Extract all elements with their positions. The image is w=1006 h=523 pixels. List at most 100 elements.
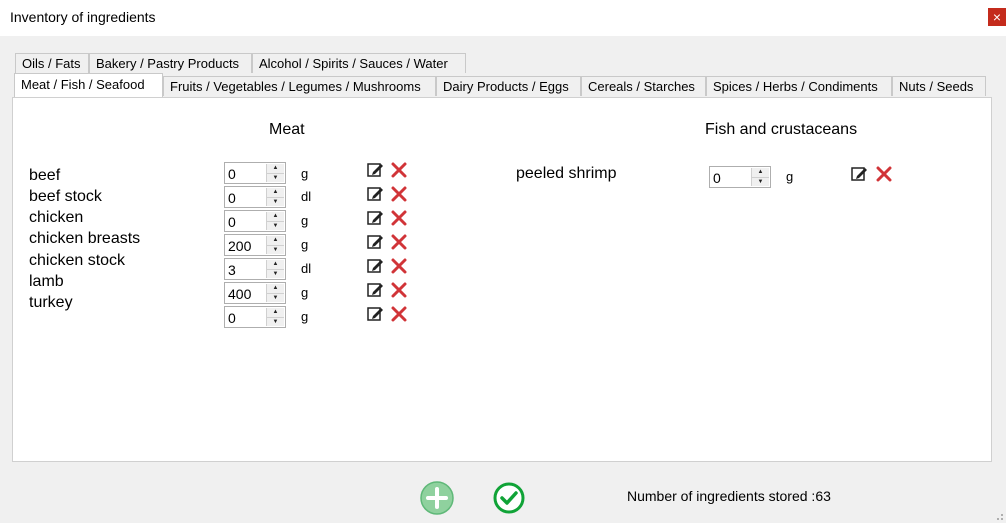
- quantity-stepper[interactable]: 0 ▲ ▼: [709, 166, 771, 188]
- edit-icon[interactable]: [366, 185, 384, 203]
- tab-meat-fish-seafood[interactable]: Meat / Fish / Seafood: [14, 73, 163, 97]
- quantity-value[interactable]: 3: [228, 261, 236, 279]
- unit-label: g: [301, 213, 309, 228]
- add-ingredient-button[interactable]: [419, 480, 455, 516]
- meat-heading: Meat: [269, 121, 305, 138]
- tab-label: Fruits / Vegetables / Legumes / Mushroom…: [170, 79, 421, 94]
- tab-bakery-pastry[interactable]: Bakery / Pastry Products: [89, 53, 252, 73]
- arrow-up-icon[interactable]: ▲: [267, 212, 284, 221]
- ingredient-label: chicken stock: [29, 252, 126, 269]
- window-title: Inventory of ingredients: [10, 9, 156, 25]
- stepper-arrows: ▲ ▼: [266, 308, 284, 326]
- tab-label: Oils / Fats: [22, 56, 81, 71]
- arrow-down-icon[interactable]: ▼: [267, 269, 284, 278]
- tab-label: Spices / Herbs / Condiments: [713, 79, 878, 94]
- unit-label: g: [301, 309, 309, 324]
- tab-label: Meat / Fish / Seafood: [21, 77, 145, 92]
- ingredient-label: beef: [29, 167, 61, 184]
- arrow-down-icon[interactable]: ▼: [267, 221, 284, 230]
- delete-icon[interactable]: [390, 233, 408, 251]
- tab-dairy-eggs[interactable]: Dairy Products / Eggs: [436, 76, 581, 96]
- quantity-stepper[interactable]: 0 ▲ ▼: [224, 162, 286, 184]
- delete-icon[interactable]: [875, 165, 893, 183]
- ingredient-counter: Number of ingredients stored :63: [627, 488, 831, 504]
- arrow-up-icon[interactable]: ▲: [752, 168, 769, 177]
- close-button[interactable]: ×: [988, 8, 1006, 26]
- title-bar: Inventory of ingredients ×: [0, 0, 1006, 36]
- fish-heading: Fish and crustaceans: [705, 121, 858, 138]
- resize-grip-icon[interactable]: [994, 511, 1004, 521]
- arrow-up-icon[interactable]: ▲: [267, 236, 284, 245]
- quantity-stepper[interactable]: 0 ▲ ▼: [224, 306, 286, 328]
- delete-icon[interactable]: [390, 161, 408, 179]
- arrow-up-icon[interactable]: ▲: [267, 164, 284, 173]
- quantity-stepper[interactable]: 0 ▲ ▼: [224, 210, 286, 232]
- quantity-stepper[interactable]: 3 ▲ ▼: [224, 258, 286, 280]
- tab-spices-herbs[interactable]: Spices / Herbs / Condiments: [706, 76, 892, 96]
- edit-icon[interactable]: [366, 281, 384, 299]
- tab-alcohol-spirits[interactable]: Alcohol / Spirits / Sauces / Water: [252, 53, 466, 73]
- quantity-stepper[interactable]: 0 ▲ ▼: [224, 186, 286, 208]
- quantity-stepper[interactable]: 200 ▲ ▼: [224, 234, 286, 256]
- arrow-up-icon[interactable]: ▲: [267, 260, 284, 269]
- arrow-down-icon[interactable]: ▼: [267, 197, 284, 206]
- ingredient-label: chicken: [29, 209, 84, 226]
- unit-label: g: [786, 169, 794, 184]
- tab-nuts-seeds[interactable]: Nuts / Seeds: [892, 76, 986, 96]
- tab-panel: Meat Fish and crustaceans beef beef stoc…: [12, 97, 992, 462]
- arrow-down-icon[interactable]: ▼: [267, 293, 284, 302]
- edit-icon[interactable]: [366, 257, 384, 275]
- arrow-up-icon[interactable]: ▲: [267, 308, 284, 317]
- ingredient-label: peeled shrimp: [516, 165, 617, 182]
- confirm-button[interactable]: [492, 481, 526, 515]
- unit-label: g: [301, 285, 309, 300]
- arrow-up-icon[interactable]: ▲: [267, 188, 284, 197]
- delete-icon[interactable]: [390, 257, 408, 275]
- ingredient-label: turkey: [29, 294, 73, 311]
- arrow-down-icon[interactable]: ▼: [752, 177, 769, 186]
- stepper-arrows: ▲ ▼: [266, 212, 284, 230]
- delete-icon[interactable]: [390, 209, 408, 227]
- tab-label: Bakery / Pastry Products: [96, 56, 240, 71]
- unit-label: g: [301, 166, 309, 181]
- delete-icon[interactable]: [390, 281, 408, 299]
- quantity-value[interactable]: 0: [228, 309, 236, 327]
- stepper-arrows: ▲ ▼: [266, 188, 284, 206]
- add-circle-icon: [420, 481, 454, 515]
- stepper-arrows: ▲ ▼: [266, 236, 284, 254]
- quantity-value[interactable]: 200: [228, 237, 251, 255]
- quantity-value[interactable]: 0: [228, 213, 236, 231]
- unit-label: dl: [301, 189, 312, 204]
- tab-label: Nuts / Seeds: [899, 79, 974, 94]
- delete-icon[interactable]: [390, 185, 408, 203]
- quantity-stepper[interactable]: 400 ▲ ▼: [224, 282, 286, 304]
- close-icon: ×: [992, 9, 1002, 25]
- stepper-arrows: ▲ ▼: [266, 164, 284, 182]
- tab-label: Alcohol / Spirits / Sauces / Water: [259, 56, 448, 71]
- quantity-value[interactable]: 0: [228, 189, 236, 207]
- ingredient-label: beef stock: [29, 188, 102, 205]
- quantity-value[interactable]: 400: [228, 285, 251, 303]
- quantity-value[interactable]: 0: [713, 169, 721, 187]
- edit-icon[interactable]: [366, 209, 384, 227]
- arrow-down-icon[interactable]: ▼: [267, 173, 284, 182]
- arrow-down-icon[interactable]: ▼: [267, 317, 284, 326]
- tab-oils-fats[interactable]: Oils / Fats: [15, 53, 89, 73]
- arrow-down-icon[interactable]: ▼: [267, 245, 284, 254]
- check-circle-icon: [493, 482, 525, 514]
- tab-label: Dairy Products / Eggs: [443, 79, 569, 94]
- tab-cereals-starches[interactable]: Cereals / Starches: [581, 76, 706, 96]
- unit-label: g: [301, 237, 309, 252]
- edit-icon[interactable]: [366, 161, 384, 179]
- tab-label: Cereals / Starches: [588, 79, 695, 94]
- edit-icon[interactable]: [366, 305, 384, 323]
- ingredient-label: lamb: [29, 273, 64, 290]
- quantity-value[interactable]: 0: [228, 165, 236, 183]
- arrow-up-icon[interactable]: ▲: [267, 284, 284, 293]
- tab-fruits-vegetables[interactable]: Fruits / Vegetables / Legumes / Mushroom…: [163, 76, 436, 96]
- stepper-arrows: ▲ ▼: [266, 260, 284, 278]
- edit-icon[interactable]: [850, 165, 868, 183]
- delete-icon[interactable]: [390, 305, 408, 323]
- edit-icon[interactable]: [366, 233, 384, 251]
- unit-label: dl: [301, 261, 312, 276]
